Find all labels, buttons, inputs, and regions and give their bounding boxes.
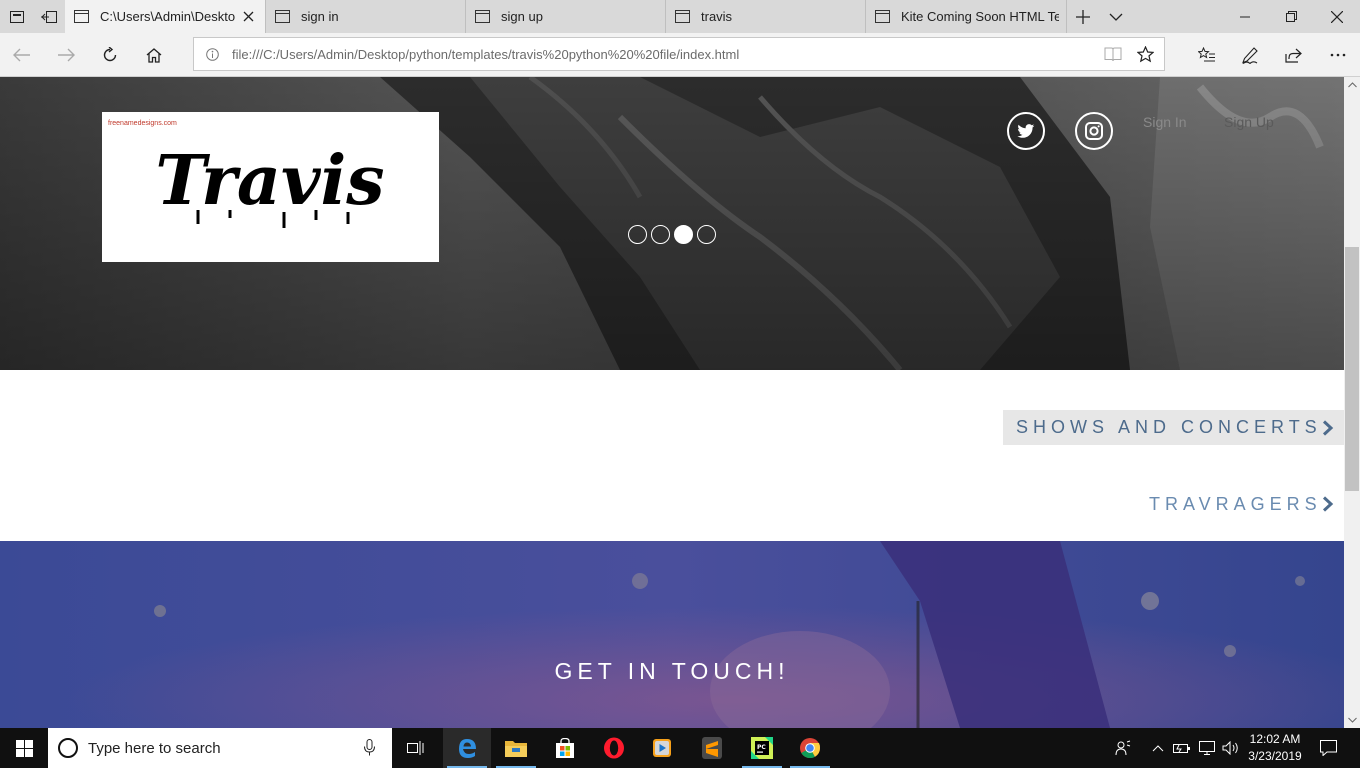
instagram-icon[interactable]	[1075, 112, 1113, 150]
opera-icon[interactable]	[590, 728, 638, 768]
share-icon[interactable]	[1271, 33, 1315, 77]
task-view-icon[interactable]	[392, 728, 440, 768]
page-icon	[475, 10, 490, 23]
forward-icon[interactable]	[44, 33, 88, 77]
browser-nav-bar: file:///C:/Users/Admin/Desktop/python/te…	[0, 33, 1360, 77]
tab-label: C:\Users\Admin\Deskto	[100, 9, 236, 24]
shows-and-concerts-link[interactable]: SHOWS AND CONCERTS	[1003, 410, 1344, 445]
action-center-icon[interactable]	[1310, 728, 1346, 768]
tab-local-file[interactable]: C:\Users\Admin\Deskto	[65, 0, 266, 33]
carousel-dot[interactable]	[628, 225, 647, 244]
chevron-down-icon[interactable]	[1099, 0, 1132, 33]
travragers-link-label: TRAVRAGERS	[1149, 493, 1322, 514]
page-icon	[675, 10, 690, 23]
refresh-icon[interactable]	[88, 33, 132, 77]
microphone-icon[interactable]	[364, 739, 375, 756]
tab-sign-in[interactable]: sign in	[266, 0, 466, 33]
hero-banner: freenamedesigns.com Travis Sign In Sign …	[0, 77, 1344, 370]
page-icon	[875, 10, 890, 23]
chevron-right-icon	[1322, 496, 1333, 512]
chevron-up-icon[interactable]	[1148, 728, 1168, 768]
favorites-hub-icon[interactable]	[1185, 33, 1229, 77]
sublime-text-icon[interactable]	[688, 728, 736, 768]
file-explorer-icon[interactable]	[492, 728, 540, 768]
windows-taskbar: Type here to search PC 12:02 AM 3/23/201…	[0, 728, 1360, 768]
favorite-star-icon[interactable]	[1137, 46, 1154, 63]
more-icon[interactable]	[1316, 33, 1360, 77]
get-in-touch-heading: GET IN TOUCH!	[554, 658, 790, 684]
pycharm-icon[interactable]: PC	[738, 728, 786, 768]
minimize-icon[interactable]	[1222, 0, 1268, 33]
tab-label: sign up	[501, 9, 543, 24]
store-icon[interactable]	[541, 728, 589, 768]
sign-up-link[interactable]: Sign Up	[1224, 114, 1274, 130]
carousel-indicators	[628, 225, 716, 244]
scroll-thumb[interactable]	[1345, 247, 1359, 491]
page-icon	[275, 10, 290, 23]
tab-preview-icon[interactable]	[0, 0, 33, 33]
tab-kite[interactable]: Kite Coming Soon HTML Te	[866, 0, 1067, 33]
clock-time: 12:02 AM	[1249, 732, 1301, 746]
notes-pen-icon[interactable]	[1228, 33, 1272, 77]
close-tab-icon[interactable]	[240, 8, 257, 25]
home-icon[interactable]	[132, 33, 176, 77]
contact-background-photo	[0, 541, 1344, 728]
tab-travis[interactable]: travis	[666, 0, 866, 33]
windows-start-icon[interactable]	[0, 728, 48, 768]
media-player-icon[interactable]	[638, 728, 686, 768]
page-viewport: freenamedesigns.com Travis Sign In Sign …	[0, 77, 1344, 728]
shows-link-label: SHOWS AND CONCERTS	[1016, 417, 1322, 437]
page-scrollbar[interactable]	[1344, 77, 1360, 728]
restore-icon[interactable]	[1268, 0, 1314, 33]
battery-icon[interactable]	[1172, 728, 1192, 768]
browser-tab-bar: C:\Users\Admin\Deskto sign in sign up tr…	[0, 0, 1360, 33]
carousel-dot[interactable]	[651, 225, 670, 244]
logo-word-text: Travis	[155, 141, 384, 221]
edge-icon[interactable]	[443, 728, 491, 768]
scroll-up-icon[interactable]	[1344, 77, 1360, 93]
search-placeholder: Type here to search	[88, 740, 221, 757]
sign-in-link[interactable]: Sign In	[1143, 114, 1187, 130]
scroll-down-icon[interactable]	[1344, 712, 1360, 728]
tab-label: travis	[701, 9, 733, 24]
travragers-link[interactable]: TRAVRAGERS	[1149, 491, 1334, 517]
carousel-dot[interactable]	[697, 225, 716, 244]
reading-view-icon[interactable]	[1104, 47, 1122, 62]
tab-label: sign in	[301, 9, 339, 24]
info-icon[interactable]	[206, 48, 219, 61]
address-bar[interactable]: file:///C:/Users/Admin/Desktop/python/te…	[193, 37, 1165, 71]
back-icon[interactable]	[0, 33, 44, 77]
clock-date: 3/23/2019	[1248, 749, 1302, 763]
svg-text:PC: PC	[757, 744, 766, 751]
close-window-icon[interactable]	[1314, 0, 1360, 33]
tab-label: Kite Coming Soon HTML Te	[901, 9, 1059, 24]
page-icon	[74, 10, 89, 23]
network-icon[interactable]	[1196, 728, 1218, 768]
chevron-right-icon	[1322, 419, 1333, 436]
site-logo[interactable]: freenamedesigns.com Travis	[102, 112, 439, 262]
twitter-icon[interactable]	[1007, 112, 1045, 150]
taskbar-search-box[interactable]: Type here to search	[48, 728, 392, 768]
contact-section: GET IN TOUCH!	[0, 541, 1344, 728]
people-icon[interactable]	[1111, 728, 1135, 768]
logo-wordmark: Travis	[155, 141, 385, 228]
system-clock[interactable]: 12:02 AM 3/23/2019	[1244, 731, 1306, 765]
chrome-icon[interactable]	[786, 728, 834, 768]
volume-icon[interactable]	[1220, 728, 1242, 768]
tab-sign-up[interactable]: sign up	[466, 0, 666, 33]
url-text[interactable]: file:///C:/Users/Admin/Desktop/python/te…	[232, 47, 739, 62]
carousel-dot-active[interactable]	[674, 225, 693, 244]
new-tab-icon[interactable]	[1066, 0, 1099, 33]
cortana-icon	[58, 738, 78, 758]
tabs-aside-icon[interactable]	[32, 0, 65, 33]
